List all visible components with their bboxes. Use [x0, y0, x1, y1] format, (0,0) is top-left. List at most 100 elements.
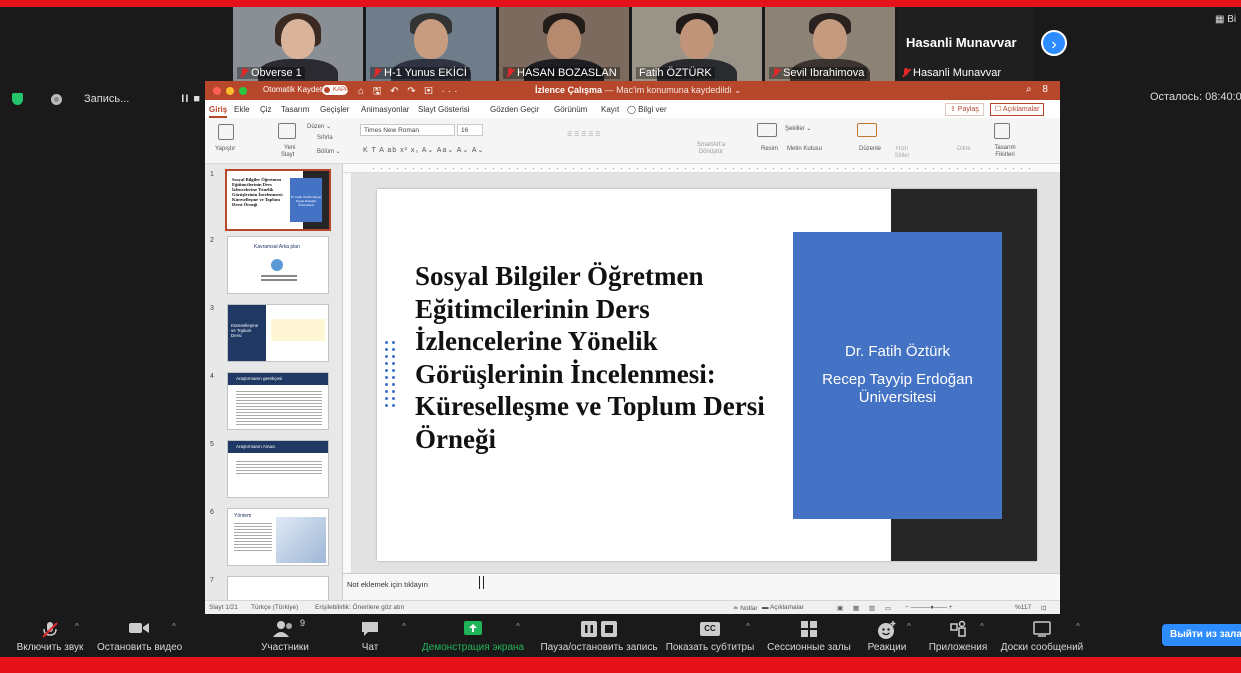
dictate-button[interactable]: Dikte: [957, 146, 971, 152]
smartart-button[interactable]: SmartArt'a Dönüştür: [691, 142, 731, 156]
breakout-rooms-button[interactable]: Сессионные залы: [764, 614, 854, 657]
slide-thumbnail[interactable]: [227, 576, 329, 600]
slide-title[interactable]: Sosyal Bilgiler Öğretmen Eğitimcilerinin…: [415, 260, 785, 456]
author-box[interactable]: Dr. Fatih Öztürk Recep Tayyip Erdoğan Ün…: [793, 232, 1002, 519]
zoom-slider[interactable]: − ———●—— +: [905, 604, 953, 611]
paragraph-group-icon[interactable]: ☰ ☰ ☰ ☰ ☰: [567, 131, 601, 138]
thumb-title: Sosyal Bilgiler Öğretmen Eğitimcilerinin…: [232, 177, 284, 207]
slide-thumbnail[interactable]: Kavramsal Arka plan: [227, 236, 329, 294]
chevron-up-icon[interactable]: ^: [516, 622, 520, 631]
leave-room-button[interactable]: Выйти из зала: [1162, 624, 1241, 646]
recording-controls[interactable]: II ■: [181, 93, 201, 105]
font-size-select[interactable]: 16: [457, 124, 483, 136]
slide-thumbnail[interactable]: Yöntem: [227, 508, 329, 566]
participants-button[interactable]: 9 Участники: [255, 614, 315, 657]
participant-tile[interactable]: Sevil Ibrahimova: [765, 7, 895, 81]
breakout-rooms-icon: [801, 621, 817, 637]
chevron-up-icon[interactable]: ^: [746, 622, 750, 631]
fit-slide-icon[interactable]: ⊡: [1041, 604, 1046, 612]
unmute-label: Включить звук: [16, 642, 84, 653]
tab-gorunum[interactable]: Görünüm: [554, 105, 587, 114]
tab-ekle[interactable]: Ekle: [234, 105, 250, 114]
reset-button[interactable]: Sıfırla: [317, 135, 333, 141]
layout-button[interactable]: Düzen ⌄: [307, 123, 331, 130]
chevron-up-icon[interactable]: ^: [75, 622, 79, 631]
text-cursor-icon: [479, 576, 484, 589]
avatar: [813, 19, 847, 59]
chevron-up-icon[interactable]: ^: [172, 622, 176, 631]
document-title: İzlence Çalışma: [535, 85, 603, 95]
slide-number: 1: [210, 171, 214, 178]
zoom-level[interactable]: %117: [1015, 604, 1031, 611]
maximize-window-button[interactable]: [239, 87, 247, 95]
quick-access-toolbar[interactable]: ⌂ 🖫 ↶ ↷ ▣ ···: [358, 84, 461, 101]
whiteboards-button[interactable]: Доски сообщений: [996, 614, 1088, 657]
stop-video-button[interactable]: Остановить видео: [97, 614, 182, 657]
paste-icon[interactable]: [218, 124, 234, 140]
share-button[interactable]: ⇪ Paylaş: [945, 103, 984, 116]
participant-tile[interactable]: Obverse 1: [233, 7, 363, 81]
comments-toggle[interactable]: ▬ Açıklamalar: [762, 604, 804, 611]
participant-tile-name-only[interactable]: Hasanli Munavvar Hasanli Munavvar: [898, 7, 1034, 81]
search-and-account[interactable]: ⌕ 8: [1026, 84, 1052, 95]
tab-slayt-gosterisi[interactable]: Slayt Gösterisi: [418, 105, 470, 114]
notes-pane[interactable]: Not eklemek için tıklayın: [343, 573, 1060, 600]
tab-tasarim[interactable]: Tasarım: [281, 105, 309, 114]
font-format-buttons[interactable]: K T A ab x² x₂ A⌄ Aa⌄ A⌄ A⌄: [363, 146, 484, 154]
close-window-button[interactable]: [213, 87, 221, 95]
thumb-text-lines: [236, 391, 322, 425]
tab-kayit[interactable]: Kayıt: [601, 105, 619, 114]
chevron-up-icon[interactable]: ^: [1076, 622, 1080, 631]
thumb-text-line: [261, 279, 297, 281]
chevron-up-icon[interactable]: ^: [402, 622, 406, 631]
new-slide-label: Yeni: [284, 145, 296, 151]
reactions-button[interactable]: Реакции: [863, 614, 911, 657]
captions-button[interactable]: CC Показать субтитры: [664, 614, 756, 657]
textbox-button[interactable]: Metin Kutusu: [787, 146, 822, 152]
arrange-icon[interactable]: [857, 123, 877, 137]
picture-icon[interactable]: [757, 123, 777, 137]
participant-tile[interactable]: Fatih ÖZTÜRK: [632, 7, 762, 81]
chevron-right-icon: ›: [1051, 36, 1057, 53]
autosave-toggle[interactable]: KAPALI: [322, 85, 354, 95]
new-slide-icon[interactable]: [278, 123, 296, 139]
view-buttons[interactable]: ▣ ▦ ▥ ▭: [837, 604, 895, 612]
tell-me-search[interactable]: ◯ Bilgi ver: [627, 105, 667, 114]
accessibility-checker[interactable]: Erişilebilirlik: Önerilere göz atın: [315, 604, 404, 611]
tab-ciz[interactable]: Çiz: [260, 105, 272, 114]
author-name: Dr. Fatih Öztürk: [844, 343, 951, 360]
notes-toggle[interactable]: ≐ Notlar: [733, 604, 758, 612]
current-slide[interactable]: Dr. Fatih Öztürk Recep Tayyip Erdoğan Ün…: [377, 189, 1037, 561]
participant-tile[interactable]: HASAN BOZASLAN: [499, 7, 629, 81]
view-toggle[interactable]: ▦ Bi: [1215, 14, 1236, 25]
slide-thumbnail[interactable]: Küreselleşme ve Toplum Dersi: [227, 304, 329, 362]
picture-label: Resim: [761, 146, 779, 152]
shapes-button[interactable]: Şekiller ⌄: [785, 125, 811, 132]
pause-stop-recording-button[interactable]: Пауза/остановить запись: [537, 614, 661, 657]
slide-thumbnail[interactable]: Araştırmanın gerekçesi: [227, 372, 329, 430]
thumb-title: Kavramsal Arka plan: [254, 244, 300, 250]
share-frame-bottom: [0, 657, 1241, 673]
chat-button[interactable]: Чат: [350, 614, 390, 657]
chevron-up-icon[interactable]: ^: [907, 622, 911, 631]
tab-animasyonlar[interactable]: Animasyonlar: [361, 105, 409, 114]
share-screen-button[interactable]: Демонстрация экрана: [420, 614, 526, 657]
language-indicator[interactable]: Türkçe (Türkiye): [251, 604, 298, 611]
comments-button[interactable]: ☐ Açıklamalar: [990, 103, 1045, 116]
slide-thumbnail[interactable]: Sosyal Bilgiler Öğretmen Eğitimcilerinin…: [225, 169, 331, 231]
next-page-button[interactable]: ›: [1041, 30, 1067, 56]
apps-button[interactable]: Приложения: [924, 614, 992, 657]
chevron-up-icon[interactable]: ^: [980, 622, 984, 631]
unmute-button[interactable]: Включить звук: [10, 614, 90, 657]
tab-giris[interactable]: Giriş: [209, 105, 228, 118]
tab-gecisler[interactable]: Geçişler: [320, 105, 349, 114]
designer-icon[interactable]: [994, 123, 1010, 139]
participant-tile[interactable]: H-1 Yunus EKİCİ: [366, 7, 496, 81]
font-family-select[interactable]: Times New Roman: [360, 124, 455, 136]
thumb-title: Yöntem: [234, 513, 252, 519]
tab-gozden-gecir[interactable]: Gözden Geçir: [490, 105, 539, 114]
slide-thumbnail[interactable]: Araştırmanın Amacı: [227, 440, 329, 498]
minimize-window-button[interactable]: [226, 87, 234, 95]
section-button[interactable]: Bölüm ⌄: [317, 148, 341, 155]
quick-styles-button[interactable]: Hızlı Stiller: [890, 146, 914, 160]
